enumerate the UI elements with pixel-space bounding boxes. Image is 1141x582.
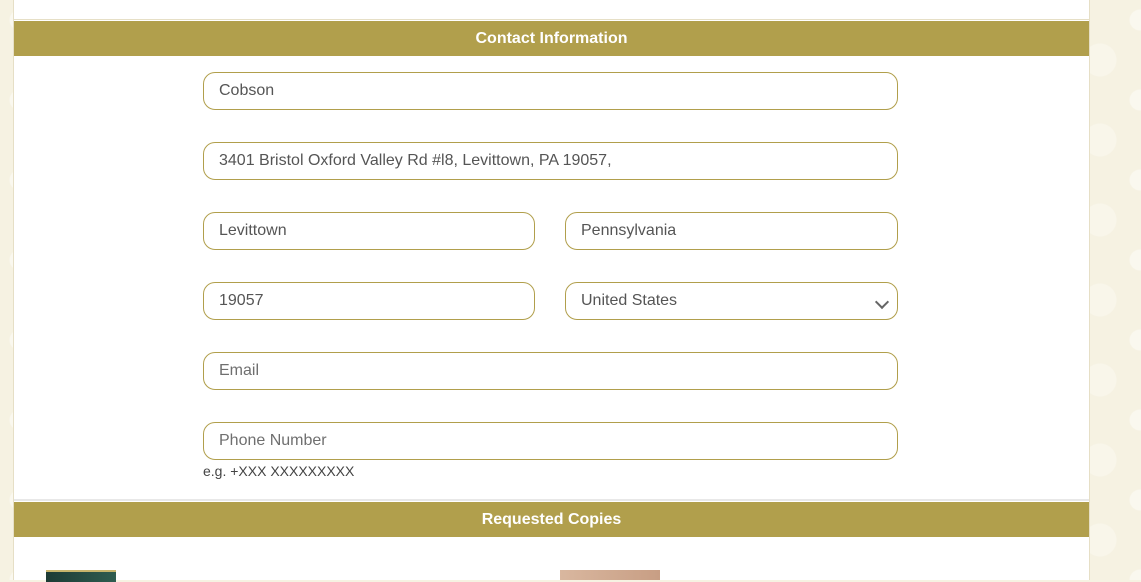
country-selected-value: United States bbox=[581, 292, 678, 309]
zip-code-field[interactable]: 19057 bbox=[203, 282, 535, 320]
contact-information-header: Contact Information bbox=[14, 21, 1089, 56]
city-field[interactable]: Levittown bbox=[203, 212, 535, 250]
chevron-down-icon bbox=[874, 294, 890, 310]
phone-number-placeholder: Phone Number bbox=[219, 432, 327, 449]
phone-number-field[interactable]: Phone Number bbox=[203, 422, 898, 460]
email-field[interactable]: Email bbox=[203, 352, 898, 390]
phone-format-hint: e.g. +XXX XXXXXXXXX bbox=[203, 463, 355, 479]
zip-code-value: 19057 bbox=[219, 292, 264, 309]
address-field[interactable]: 3401 Bristol Oxford Valley Rd #l8, Levit… bbox=[203, 142, 898, 180]
address-value: 3401 Bristol Oxford Valley Rd #l8, Levit… bbox=[219, 152, 612, 169]
state-field[interactable]: Pennsylvania bbox=[565, 212, 898, 250]
top-divider bbox=[14, 19, 1089, 20]
last-name-field[interactable]: Cobson bbox=[203, 72, 898, 110]
country-select[interactable]: United States bbox=[565, 282, 898, 320]
city-value: Levittown bbox=[219, 222, 287, 239]
book-cover-thumbnail[interactable] bbox=[46, 570, 116, 582]
requested-copies-header: Requested Copies bbox=[14, 502, 1089, 537]
section-divider bbox=[14, 499, 1089, 501]
state-value: Pennsylvania bbox=[581, 222, 677, 239]
last-name-value: Cobson bbox=[219, 82, 275, 99]
contact-form-panel: Contact Information Cobson 3401 Bristol … bbox=[13, 0, 1090, 582]
book-cover-thumbnail[interactable] bbox=[560, 570, 660, 580]
email-placeholder: Email bbox=[219, 362, 260, 379]
